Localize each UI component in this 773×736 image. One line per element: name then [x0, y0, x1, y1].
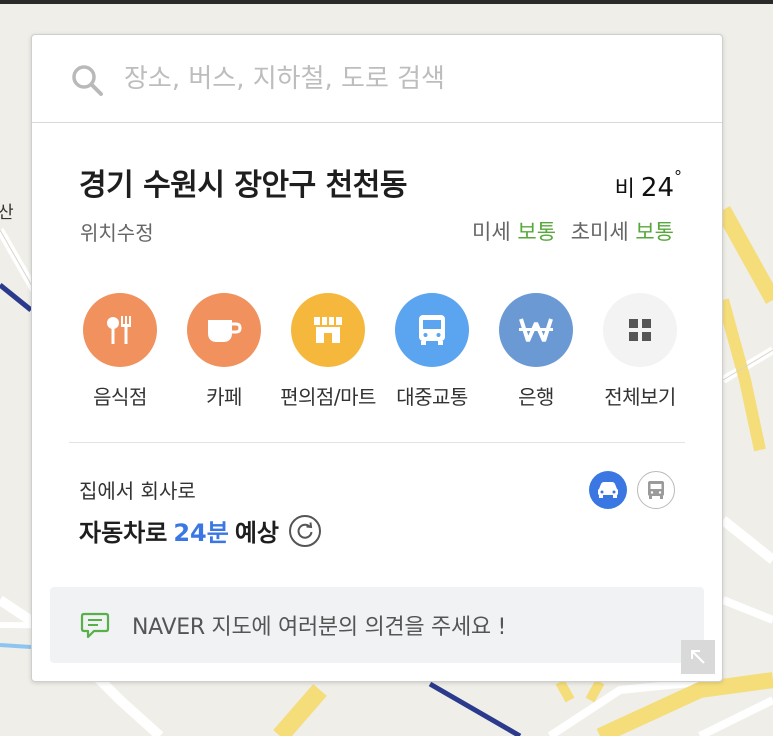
- bus-icon: [419, 315, 445, 345]
- edit-location-link[interactable]: 위치수정: [80, 217, 154, 246]
- category-cafe[interactable]: 카페: [172, 293, 276, 410]
- category-circle: [291, 293, 365, 367]
- transit-mode-button[interactable]: [637, 471, 675, 509]
- category-label: 대중교통: [396, 385, 468, 409]
- category-label: 음식점: [93, 385, 147, 409]
- utensils-icon: [107, 316, 131, 344]
- commute-label: 집에서 회사로: [79, 479, 196, 503]
- category-bank[interactable]: 은행: [484, 293, 588, 410]
- weather-condition: 비: [614, 177, 635, 202]
- weather-info: 비 24°: [614, 167, 682, 203]
- arrow-up-left-icon: [691, 650, 705, 664]
- feedback-text: NAVER 지도에 여러분의 의견을 주세요 !: [132, 615, 507, 640]
- bus-icon: [648, 481, 664, 499]
- won-icon: [519, 318, 553, 342]
- dust-info: 미세 보통 초미세 보통: [472, 216, 674, 246]
- category-circle: [83, 293, 157, 367]
- search-input[interactable]: [124, 57, 684, 101]
- category-view-all[interactable]: 전체보기: [588, 293, 692, 410]
- category-label: 편의점/마트: [280, 385, 376, 409]
- map-place-label: 산: [0, 203, 14, 223]
- refresh-icon: [297, 521, 313, 539]
- ultrafine-dust-status: 보통: [635, 220, 674, 244]
- commute-estimate: 자동차로 24분 예상: [79, 513, 321, 548]
- feedback-banner[interactable]: NAVER 지도에 여러분의 의견을 주세요 !: [50, 587, 704, 663]
- refresh-button[interactable]: [288, 514, 321, 547]
- commute-suffix: 예상: [234, 519, 279, 547]
- category-circle: [395, 293, 469, 367]
- category-circle: [603, 293, 677, 367]
- category-label: 전체보기: [604, 385, 676, 409]
- car-icon: [598, 482, 618, 498]
- category-restaurant[interactable]: 음식점: [68, 293, 172, 410]
- search-bar: [32, 35, 722, 123]
- car-mode-button[interactable]: [589, 471, 627, 509]
- store-icon: [314, 317, 342, 343]
- ultrafine-dust-label: 초미세: [570, 220, 629, 244]
- fine-dust-label: 미세: [472, 220, 511, 244]
- fine-dust-status: 보통: [517, 220, 557, 244]
- category-convenience-store[interactable]: 편의점/마트: [276, 293, 380, 410]
- collapse-panel-button[interactable]: [681, 640, 715, 674]
- location-title: 경기 수원시 장안구 천천동: [79, 168, 407, 203]
- category-circle: [499, 293, 573, 367]
- category-public-transit[interactable]: 대중교통: [380, 293, 484, 410]
- category-label: 카페: [206, 385, 242, 409]
- coffee-cup-icon: [208, 320, 242, 342]
- commute-minutes: 24분: [173, 519, 229, 547]
- category-circle: [187, 293, 261, 367]
- home-panel: 경기 수원시 장안구 천천동 위치수정 비24° 미세 보통 초미세 보통 음식: [31, 34, 723, 682]
- top-bar: [0, 0, 773, 4]
- search-icon[interactable]: [70, 63, 104, 97]
- degree-symbol: °: [674, 167, 682, 187]
- grid-icon: [629, 319, 651, 341]
- weather-temperature: 24: [640, 173, 674, 203]
- commute-prefix: 자동차로: [79, 519, 168, 547]
- category-label: 은행: [518, 385, 554, 409]
- divider: [69, 442, 685, 443]
- chat-bubble-icon: [80, 612, 110, 639]
- category-shortcuts: 음식점 카페 편의점/마트 대중교통 은행 전체보기: [68, 293, 688, 413]
